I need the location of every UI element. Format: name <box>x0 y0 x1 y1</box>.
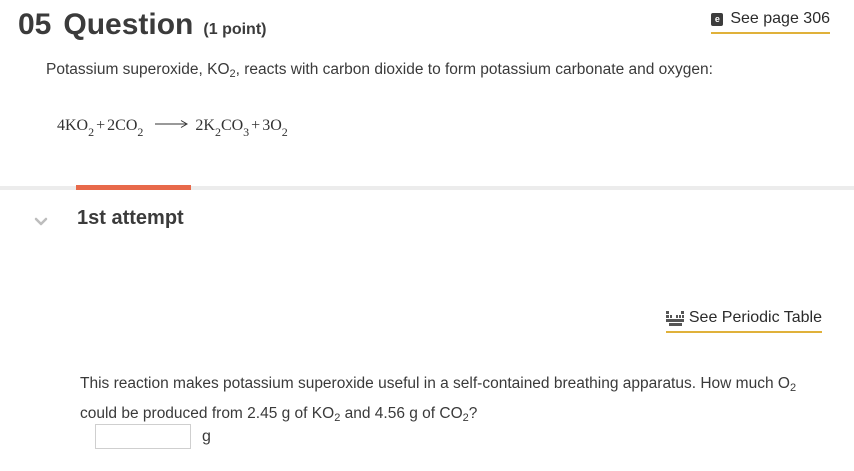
see-page-label: See page 306 <box>730 10 830 27</box>
intro-text-end: , reacts with carbon dioxide to form pot… <box>235 61 713 78</box>
answer-row: g <box>95 424 211 449</box>
reactant-ko2: 4KO2 <box>57 117 95 139</box>
question-header: 05 Question (1 point) <box>18 8 266 42</box>
question-title: Question <box>63 8 194 41</box>
question-intro: Potassium superoxide, KO2, reacts with c… <box>46 61 713 80</box>
plus-sign: + <box>251 117 261 134</box>
right-arrow-icon <box>155 120 189 128</box>
question-page: 05 Question (1 point) e See page 306 Pot… <box>0 0 854 471</box>
active-attempt-indicator <box>76 185 191 190</box>
intro-text-start: Potassium superoxide, KO <box>46 61 230 78</box>
see-periodic-table-label: See Periodic Table <box>688 309 822 326</box>
see-page-link[interactable]: e See page 306 <box>711 10 830 34</box>
answer-input[interactable] <box>95 424 191 449</box>
question-points: (1 point) <box>203 21 267 38</box>
periodic-table-icon <box>665 310 684 326</box>
reactant-co2: 2CO2 <box>107 117 144 139</box>
product-o2: 3O2 <box>262 117 288 139</box>
see-periodic-table-link[interactable]: See Periodic Table <box>665 309 822 333</box>
answer-unit: g <box>202 427 211 445</box>
chevron-down-icon[interactable] <box>33 214 49 230</box>
question-number: 05 <box>18 8 52 41</box>
attempt-title: 1st attempt <box>77 207 184 229</box>
plus-sign: + <box>96 117 106 134</box>
ebook-icon: e <box>711 12 724 26</box>
chemical-equation: 4KO2 + 2CO2 2K2CO3 + 3O2 <box>57 117 288 140</box>
product-k2co3: 2K2CO3 <box>195 117 250 139</box>
question-prompt: This reaction makes potassium superoxide… <box>80 375 797 424</box>
